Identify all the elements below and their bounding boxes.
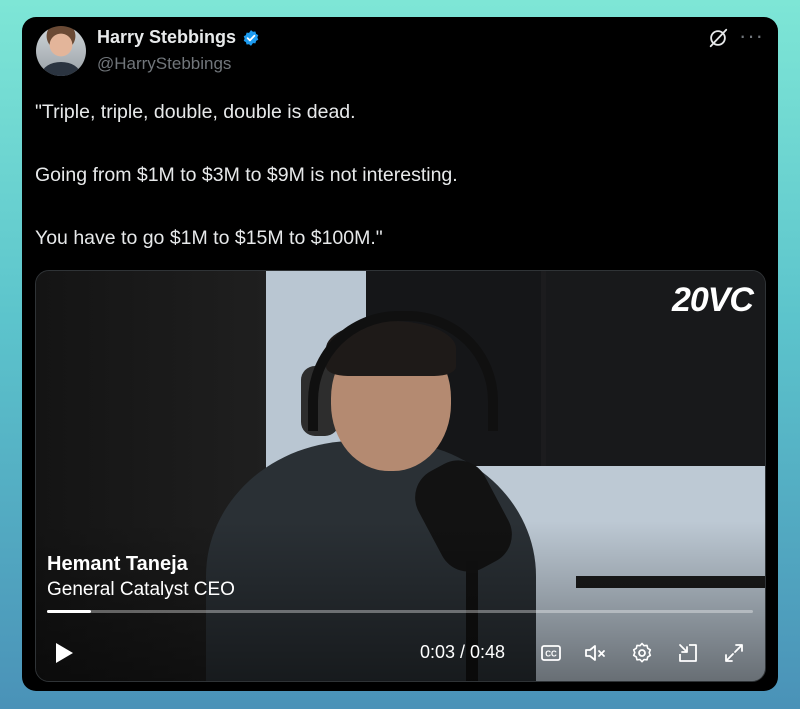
tweet-text: "Triple, triple, double, double is dead.… xyxy=(35,97,755,255)
video-player[interactable]: 20VC Hemant Taneja General Catalyst CEO … xyxy=(35,270,766,682)
guest-role: General Catalyst CEO xyxy=(47,579,235,600)
time-display: 0:03 / 0:48 xyxy=(420,642,506,662)
grok-icon[interactable] xyxy=(707,27,729,49)
tweet-card[interactable]: Harry Stebbings @HarryStebbings ··· "Tri… xyxy=(22,17,778,691)
play-icon[interactable] xyxy=(53,641,75,665)
tweet-line: "Triple, triple, double, double is dead. xyxy=(35,101,356,123)
more-options-icon[interactable]: ··· xyxy=(739,25,765,51)
verified-badge-icon xyxy=(243,29,259,46)
cc-icon[interactable]: CC xyxy=(539,641,563,665)
brand-watermark: 20VC xyxy=(671,281,754,319)
author-name[interactable]: Harry Stebbings xyxy=(97,27,236,48)
guest-name: Hemant Taneja xyxy=(47,553,188,575)
tweet-line: Going from $1M to $3M to $9M is not inte… xyxy=(35,164,458,186)
tweet-line: You have to go $1M to $15M to $100M." xyxy=(35,227,383,249)
avatar[interactable] xyxy=(36,26,86,76)
muted-speaker-icon[interactable] xyxy=(583,641,607,665)
gear-icon[interactable] xyxy=(630,641,654,665)
progress-bar[interactable] xyxy=(47,610,753,613)
author-name-row: Harry Stebbings xyxy=(97,27,260,48)
picture-in-picture-icon[interactable] xyxy=(676,641,700,665)
author-handle[interactable]: @HarryStebbings xyxy=(97,54,231,74)
fullscreen-icon[interactable] xyxy=(722,641,746,665)
progress-fill xyxy=(47,610,92,613)
svg-text:CC: CC xyxy=(545,650,557,659)
